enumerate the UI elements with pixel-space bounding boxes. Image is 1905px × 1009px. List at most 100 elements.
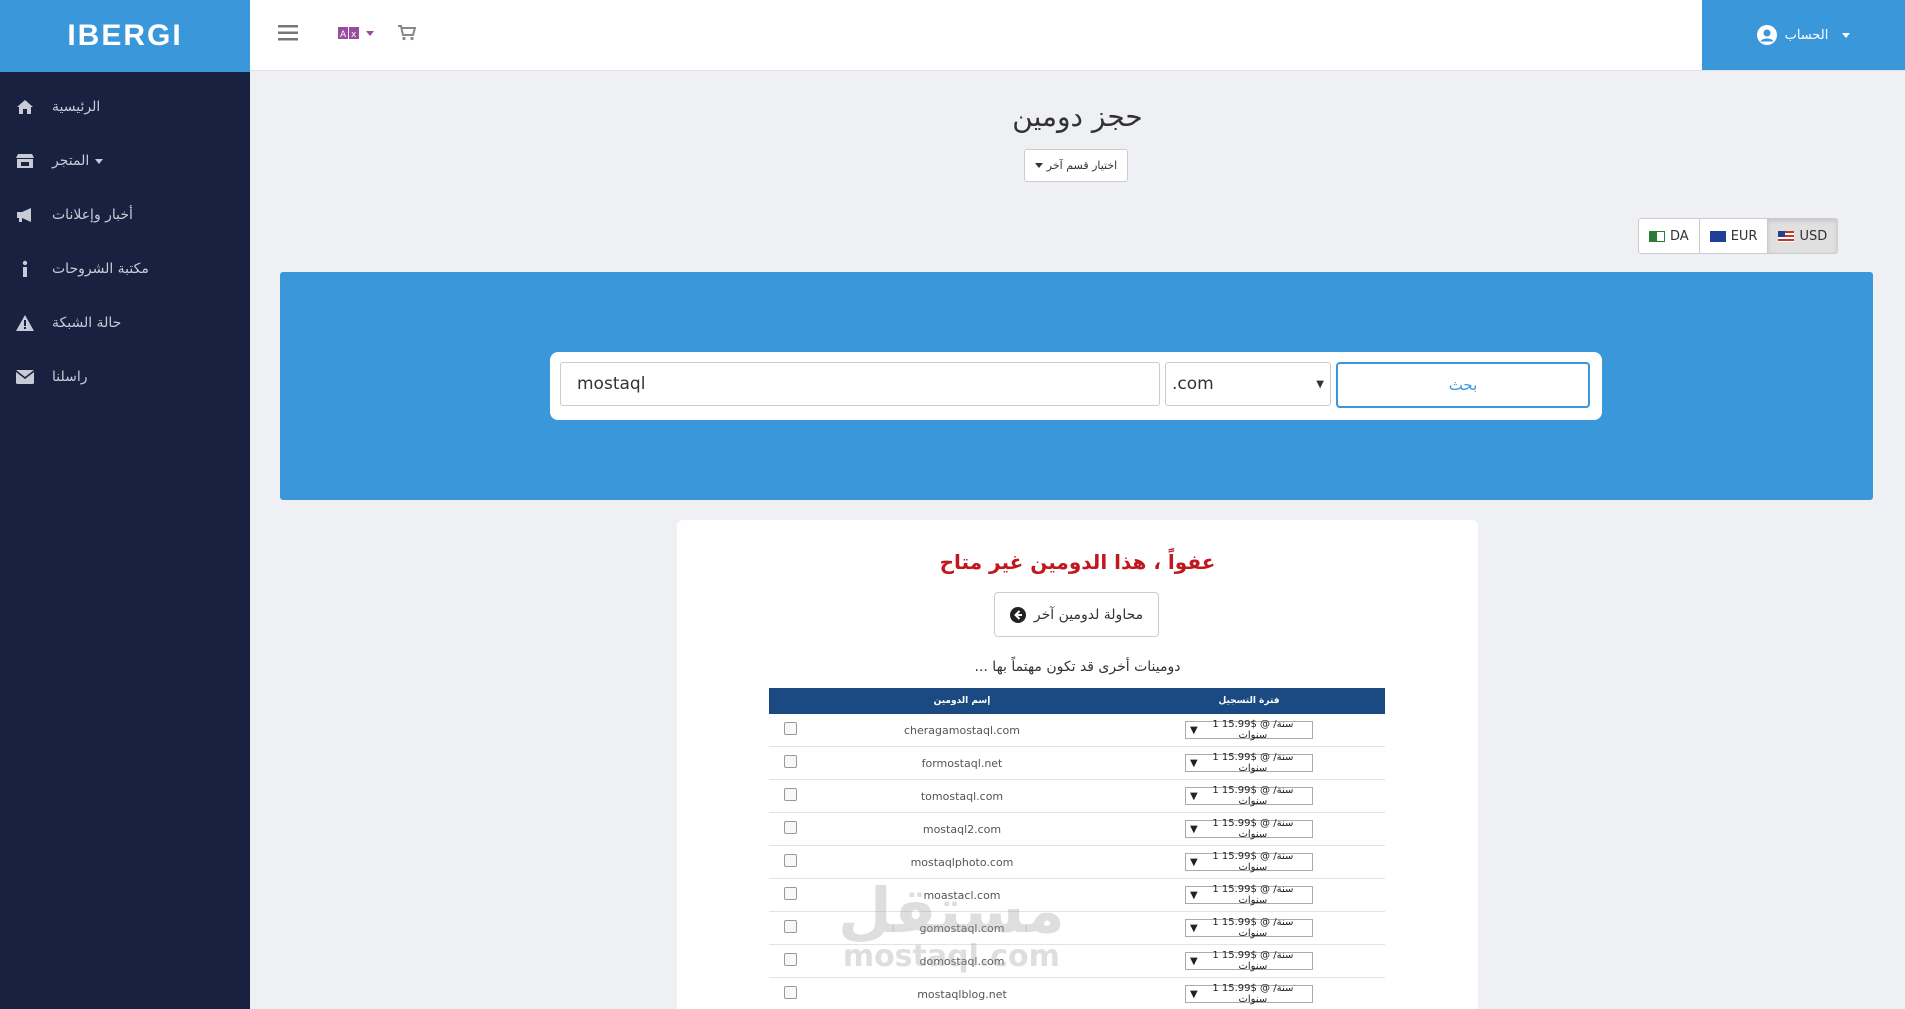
period-value: 1 15.99$ @ سنة/ سنوات	[1212, 950, 1294, 972]
row-checkbox-cell	[769, 779, 811, 813]
currency-usd[interactable]: USD	[1768, 219, 1838, 253]
sidebar-item-network-status[interactable]: حالة الشبكة	[0, 296, 250, 350]
chevron-down-icon: ▼	[1190, 988, 1198, 1000]
sidebar-item-label: أخبار وإعلانات	[52, 207, 133, 223]
period-value: 1 15.99$ @ سنة/ سنوات	[1212, 884, 1294, 906]
search-button[interactable]: بحث	[1336, 362, 1590, 408]
sidebar-item-label: المتجر	[52, 153, 90, 169]
table-row: gomostaql.com ▼ 1 15.99$ @ سنة/ سنوات	[769, 911, 1385, 945]
row-checkbox-cell	[769, 714, 811, 747]
period-cell: ▼ 1 15.99$ @ سنة/ سنوات	[1113, 944, 1385, 978]
period-select[interactable]: ▼ 1 15.99$ @ سنة/ سنوات	[1185, 818, 1313, 840]
sidebar: IBERGI الرئيسية المتجر أخبار وإعلانات مك…	[0, 0, 250, 1009]
domain-name-cell: mostaql2.com	[811, 812, 1113, 846]
domain-checkbox[interactable]	[783, 920, 797, 933]
domain-name-cell: cheragamostaql.com	[811, 714, 1113, 747]
sidebar-item-label: الرئيسية	[52, 99, 101, 115]
period-select[interactable]: ▼ 1 15.99$ @ سنة/ سنوات	[1185, 785, 1313, 807]
domain-checkbox[interactable]	[783, 755, 797, 768]
table-row: tomostaql.com ▼ 1 15.99$ @ سنة/ سنوات	[769, 779, 1385, 813]
domain-name-cell: moastacl.com	[811, 878, 1113, 912]
tld-select[interactable]: .com ▼	[1165, 362, 1331, 406]
language-icon: Ax	[338, 27, 359, 39]
period-select[interactable]: ▼ 1 15.99$ @ سنة/ سنوات	[1185, 719, 1313, 741]
period-cell: ▼ 1 15.99$ @ سنة/ سنوات	[1113, 812, 1385, 846]
chevron-down-icon: ▼	[1190, 823, 1198, 835]
svg-text:x: x	[351, 30, 357, 39]
period-cell: ▼ 1 15.99$ @ سنة/ سنوات	[1113, 714, 1385, 747]
currency-eur[interactable]: EUR	[1700, 219, 1769, 253]
period-select[interactable]: ▼ 1 15.99$ @ سنة/ سنوات	[1185, 752, 1313, 774]
tld-value: .com	[1172, 374, 1214, 394]
home-icon	[14, 96, 36, 118]
period-value: 1 15.99$ @ سنة/ سنوات	[1212, 851, 1294, 873]
domain-checkbox[interactable]	[783, 821, 797, 834]
period-select[interactable]: ▼ 1 15.99$ @ سنة/ سنوات	[1185, 950, 1313, 972]
us-flag-icon	[1778, 230, 1795, 242]
algeria-flag-icon	[1649, 230, 1665, 242]
envelope-icon	[14, 366, 36, 388]
info-icon	[14, 258, 36, 280]
domain-checkbox[interactable]	[783, 986, 797, 999]
chevron-down-icon	[1842, 32, 1851, 38]
sidebar-item-store[interactable]: المتجر	[0, 134, 250, 188]
domain-search-form: mostaql .com ▼ بحث	[550, 352, 1602, 420]
table-row: moastacl.com ▼ 1 15.99$ @ سنة/ سنوات	[769, 878, 1385, 912]
table-row: cheragamostaql.com ▼ 1 15.99$ @ سنة/ سنوات	[769, 714, 1385, 747]
period-select[interactable]: ▼ 1 15.99$ @ سنة/ سنوات	[1185, 884, 1313, 906]
period-cell: ▼ 1 15.99$ @ سنة/ سنوات	[1113, 911, 1385, 945]
table-row: domostaql.com ▼ 1 15.99$ @ سنة/ سنوات	[769, 944, 1385, 978]
period-select[interactable]: ▼ 1 15.99$ @ سنة/ سنوات	[1185, 917, 1313, 939]
table-header-row: إسم الدومين فترة التسجيل	[769, 688, 1385, 714]
language-selector[interactable]: Ax	[338, 27, 374, 39]
sidebar-item-knowledgebase[interactable]: مكتبة الشروحات	[0, 242, 250, 296]
table-row: formostaql.net ▼ 1 15.99$ @ سنة/ سنوات	[769, 746, 1385, 780]
period-select[interactable]: ▼ 1 15.99$ @ سنة/ سنوات	[1185, 851, 1313, 873]
domain-checkbox[interactable]	[783, 887, 797, 900]
chevron-down-icon	[366, 30, 374, 36]
try-another-domain-button[interactable]: محاولة لدومين آخر	[994, 592, 1159, 637]
sidebar-item-label: راسلنا	[52, 369, 88, 385]
chevron-down-icon	[95, 158, 104, 164]
domain-checkbox[interactable]	[783, 722, 797, 735]
suggestions-table: إسم الدومين فترة التسجيل cheragamostaql.…	[769, 688, 1385, 1009]
logo-area[interactable]: IBERGI	[0, 0, 250, 72]
domain-name-cell: mostaqlphoto.com	[811, 845, 1113, 879]
row-checkbox-cell	[769, 911, 811, 945]
chevron-down-icon	[1034, 163, 1043, 168]
account-menu[interactable]: الحساب	[1702, 0, 1905, 70]
currency-da[interactable]: DA	[1639, 219, 1700, 253]
domain-checkbox[interactable]	[783, 953, 797, 966]
table-header-domain: إسم الدومين	[811, 688, 1113, 714]
arrow-circle-left-icon	[1009, 606, 1026, 623]
cart-icon[interactable]	[398, 25, 417, 45]
period-select[interactable]: ▼ 1 15.99$ @ سنة/ سنوات	[1185, 983, 1313, 1005]
try-another-domain-label: محاولة لدومين آخر	[1033, 606, 1144, 623]
sidebar-nav: الرئيسية المتجر أخبار وإعلانات مكتبة الش…	[0, 72, 250, 404]
row-checkbox-cell	[769, 944, 811, 978]
domain-checkbox[interactable]	[783, 788, 797, 801]
table-header-period: فترة التسجيل	[1113, 688, 1385, 714]
domain-name-cell: domostaql.com	[811, 944, 1113, 978]
sidebar-item-contact[interactable]: راسلنا	[0, 350, 250, 404]
choose-category-button[interactable]: اختيار قسم آخر	[1024, 149, 1128, 182]
sidebar-item-news[interactable]: أخبار وإعلانات	[0, 188, 250, 242]
suggestions-table-body: cheragamostaql.com ▼ 1 15.99$ @ سنة/ سنوات…	[769, 714, 1385, 1009]
domain-checkbox[interactable]	[783, 854, 797, 867]
period-cell: ▼ 1 15.99$ @ سنة/ سنوات	[1113, 845, 1385, 879]
hamburger-menu-icon[interactable]	[278, 24, 298, 46]
logo[interactable]: IBERGI	[67, 19, 182, 53]
page-title: حجز دومين	[1012, 100, 1143, 133]
row-checkbox-cell	[769, 977, 811, 1009]
store-icon	[14, 150, 36, 172]
sidebar-item-label: حالة الشبكة	[52, 315, 122, 331]
period-value: 1 15.99$ @ سنة/ سنوات	[1212, 719, 1294, 741]
domain-name-cell: gomostaql.com	[811, 911, 1113, 945]
period-cell: ▼ 1 15.99$ @ سنة/ سنوات	[1113, 878, 1385, 912]
sidebar-item-home[interactable]: الرئيسية	[0, 80, 250, 134]
chevron-down-icon: ▼	[1190, 889, 1198, 901]
sidebar-item-label: مكتبة الشروحات	[52, 261, 149, 277]
table-row: mostaqlphoto.com ▼ 1 15.99$ @ سنة/ سنوات	[769, 845, 1385, 879]
eu-flag-icon	[1709, 230, 1726, 242]
domain-input[interactable]: mostaql	[560, 362, 1160, 406]
